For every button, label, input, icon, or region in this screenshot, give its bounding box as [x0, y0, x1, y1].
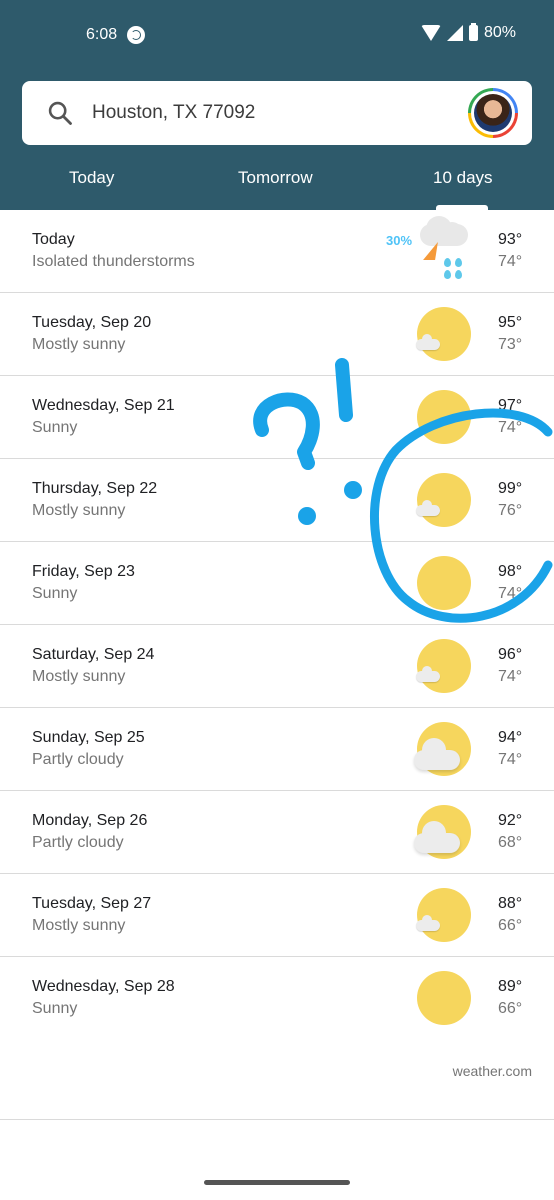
low-temp: 74° [498, 668, 523, 685]
tab-bar: Today Tomorrow 10 days [0, 160, 554, 210]
condition-text: Isolated thunderstorms [32, 253, 195, 270]
avatar[interactable] [468, 88, 518, 138]
signal-icon [446, 25, 463, 41]
forecast-row[interactable]: Tuesday, Sep 27 Mostly sunny 88° 66° [0, 874, 554, 957]
condition-text: Sunny [32, 1000, 78, 1017]
status-bar: 6:08 80% [0, 0, 554, 70]
high-temp: 98° [498, 563, 523, 580]
notification-icon [127, 26, 145, 44]
forecast-footer: weather.com [0, 1039, 554, 1120]
forecast-row[interactable]: Wednesday, Sep 21 Sunny 97° 74° [0, 376, 554, 459]
condition-text: Sunny [32, 419, 78, 436]
status-time: 6:08 [86, 26, 118, 43]
day-name: Wednesday, Sep 21 [32, 397, 175, 414]
high-temp: 95° [498, 314, 523, 331]
forecast-row[interactable]: Friday, Sep 23 Sunny 98° 74° [0, 542, 554, 625]
tab-10-days[interactable]: 10 days [433, 168, 493, 188]
low-temp: 74° [498, 419, 523, 436]
high-temp: 94° [498, 729, 523, 746]
battery-percent: 80% [483, 24, 516, 41]
condition-text: Partly cloudy [32, 834, 124, 851]
status-icons: 80% [420, 23, 516, 42]
condition-text: Mostly sunny [32, 917, 126, 934]
forecast-row-today[interactable]: Today Isolated thunderstorms 30% 93° 74° [0, 210, 554, 293]
day-name: Monday, Sep 26 [32, 812, 148, 829]
low-temp: 66° [498, 917, 523, 934]
day-name: Today [32, 231, 75, 248]
high-temp: 89° [498, 978, 523, 995]
condition-text: Sunny [32, 585, 78, 602]
day-name: Wednesday, Sep 28 [32, 978, 175, 995]
low-temp: 66° [498, 1000, 523, 1017]
forecast-row[interactable]: Thursday, Sep 22 Mostly sunny 99° 76° [0, 459, 554, 542]
high-temp: 96° [498, 646, 523, 663]
home-indicator[interactable] [204, 1180, 350, 1185]
app-header: 6:08 80% Houston, TX 77092 Today Tomorro… [0, 0, 554, 210]
condition-text: Mostly sunny [32, 668, 126, 685]
forecast-row[interactable]: Sunday, Sep 25 Partly cloudy 94° 74° [0, 708, 554, 791]
low-temp: 73° [498, 336, 523, 353]
forecast-row[interactable]: Monday, Sep 26 Partly cloudy 92° 68° [0, 791, 554, 874]
condition-text: Partly cloudy [32, 751, 124, 768]
search-icon[interactable] [46, 99, 74, 127]
day-name: Tuesday, Sep 20 [32, 314, 152, 331]
day-name: Saturday, Sep 24 [32, 646, 155, 663]
high-temp: 97° [498, 397, 523, 414]
tab-today[interactable]: Today [69, 168, 114, 188]
low-temp: 74° [498, 253, 523, 270]
search-location[interactable]: Houston, TX 77092 [92, 102, 255, 124]
day-name: Friday, Sep 23 [32, 563, 135, 580]
high-temp: 99° [498, 480, 523, 497]
day-name: Sunday, Sep 25 [32, 729, 145, 746]
search-box[interactable]: Houston, TX 77092 [22, 81, 532, 145]
high-temp: 93° [498, 231, 523, 248]
low-temp: 74° [498, 585, 523, 602]
day-name: Tuesday, Sep 27 [32, 895, 152, 912]
low-temp: 74° [498, 751, 523, 768]
wifi-icon [420, 25, 441, 41]
high-temp: 92° [498, 812, 523, 829]
condition-text: Mostly sunny [32, 336, 126, 353]
forecast-row[interactable]: Tuesday, Sep 20 Mostly sunny 95° 73° [0, 293, 554, 376]
forecast-list: Today Isolated thunderstorms 30% 93° 74°… [0, 210, 554, 1120]
tab-tomorrow[interactable]: Tomorrow [238, 168, 313, 188]
forecast-row[interactable]: Saturday, Sep 24 Mostly sunny 96° 74° [0, 625, 554, 708]
low-temp: 68° [498, 834, 523, 851]
day-name: Thursday, Sep 22 [32, 480, 158, 497]
battery-icon [468, 23, 478, 41]
forecast-row[interactable]: Wednesday, Sep 28 Sunny 89° 66° [0, 957, 554, 1039]
source-link[interactable]: weather.com [453, 1063, 532, 1079]
precip-chance: 30% [386, 233, 413, 248]
condition-text: Mostly sunny [32, 502, 126, 519]
high-temp: 88° [498, 895, 523, 912]
low-temp: 76° [498, 502, 523, 519]
